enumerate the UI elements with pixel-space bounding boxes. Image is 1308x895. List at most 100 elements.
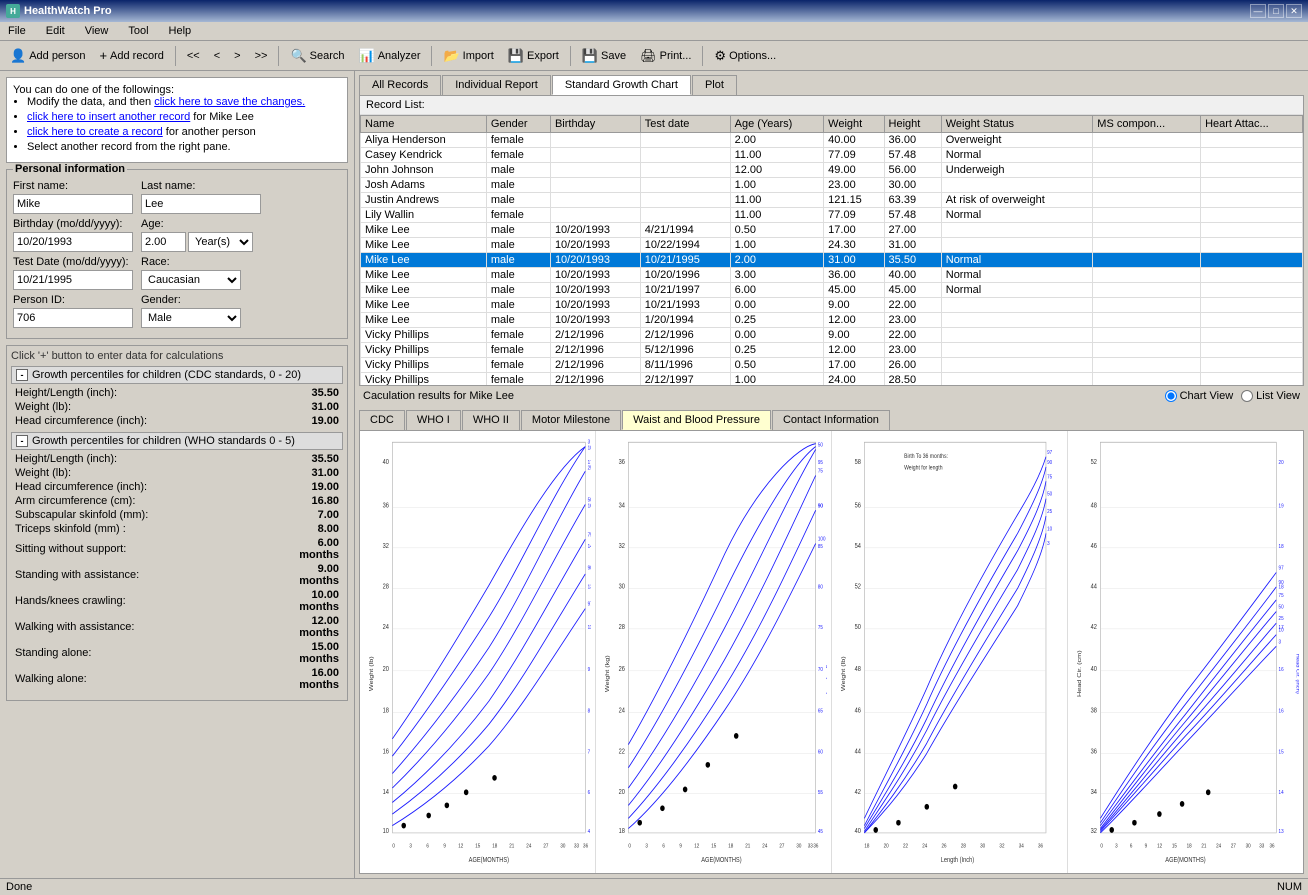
svg-text:9: 9 (588, 666, 591, 673)
standing-assist-row: Standing with assistance: 9.00 months (11, 562, 343, 588)
save-changes-link[interactable]: click here to save the changes. (154, 96, 305, 108)
create-record-link[interactable]: click here to create a record (27, 126, 163, 138)
table-row[interactable]: Aliya Hendersonfemale2.0040.0036.00Overw… (361, 133, 1303, 148)
menu-tool[interactable]: Tool (124, 24, 152, 38)
print-button[interactable]: 🖨 Print... (634, 45, 697, 67)
svg-text:24: 24 (526, 843, 531, 850)
import-button[interactable]: 📂 Import (437, 45, 499, 67)
export-button[interactable]: 💾 Export (502, 45, 565, 67)
svg-text:6: 6 (662, 843, 665, 850)
list-view-radio[interactable] (1241, 390, 1253, 402)
table-row[interactable]: Justin Andrewsmale11.00121.1563.39At ris… (361, 193, 1303, 208)
table-row[interactable]: Casey Kendrickfemale11.0077.0957.48Norma… (361, 148, 1303, 163)
col-heart[interactable]: Heart Attac... (1201, 116, 1303, 133)
col-birthday[interactable]: Birthday (550, 116, 640, 133)
age-input[interactable] (141, 232, 186, 252)
nav-next-button[interactable]: > (228, 47, 246, 65)
table-row[interactable]: Mike Leemale10/20/199310/21/19930.009.00… (361, 298, 1303, 313)
tab-contact-info[interactable]: Contact Information (772, 410, 890, 430)
menu-edit[interactable]: Edit (42, 24, 69, 38)
table-row[interactable]: Mike Leemale10/20/199310/20/19963.0036.0… (361, 268, 1303, 283)
col-weight-status[interactable]: Weight Status (941, 116, 1093, 133)
close-button[interactable]: ✕ (1286, 4, 1302, 18)
col-test-date[interactable]: Test date (640, 116, 730, 133)
gender-label: Gender: (141, 294, 241, 306)
person-id-input[interactable] (13, 308, 133, 328)
list-view-option[interactable]: List View (1241, 390, 1300, 402)
col-gender[interactable]: Gender (486, 116, 550, 133)
tab-plot[interactable]: Plot (692, 75, 737, 95)
tab-cdc[interactable]: CDC (359, 410, 405, 430)
table-row[interactable]: Vicky Phillipsfemale2/12/19962/12/19971.… (361, 373, 1303, 386)
nav-first-button[interactable]: << (181, 47, 206, 65)
tab-individual-report[interactable]: Individual Report (442, 75, 551, 95)
add-person-button[interactable]: 👤 Add person (4, 45, 91, 67)
table-row[interactable]: Mike Leemale10/20/199310/21/19952.0031.0… (361, 253, 1303, 268)
maximize-button[interactable]: □ (1268, 4, 1284, 18)
add-record-button[interactable]: + Add record (93, 45, 169, 66)
svg-text:97: 97 (1047, 449, 1052, 456)
table-row[interactable]: Lily Wallinfemale11.0077.0957.48Normal (361, 208, 1303, 223)
cdc-group-header[interactable]: - Growth percentiles for children (CDC s… (11, 366, 343, 384)
svg-text:AGE(MONTHS): AGE(MONTHS) (469, 856, 509, 864)
birthday-input[interactable] (13, 232, 133, 252)
who-weight-row: Weight (lb): 31.00 (11, 466, 343, 480)
tab-who-ii[interactable]: WHO II (462, 410, 520, 430)
col-age[interactable]: Age (Years) (730, 116, 824, 133)
table-cell: Lily Wallin (361, 208, 487, 223)
svg-text:44: 44 (855, 748, 862, 756)
menu-view[interactable]: View (81, 24, 113, 38)
nav-last-button[interactable]: >> (249, 47, 274, 65)
nav-prev-button[interactable]: < (208, 47, 226, 65)
table-cell: 10/20/1996 (640, 268, 730, 283)
table-row[interactable]: Vicky Phillipsfemale2/12/19965/12/19960.… (361, 343, 1303, 358)
table-cell: female (486, 358, 550, 373)
gender-select[interactable]: Male Female (141, 308, 241, 328)
svg-text:28: 28 (383, 583, 390, 591)
last-name-input[interactable] (141, 194, 261, 214)
who-group-header[interactable]: - Growth percentiles for children (WHO s… (11, 432, 343, 450)
table-row[interactable]: Vicky Phillipsfemale2/12/19962/12/19960.… (361, 328, 1303, 343)
col-height[interactable]: Height (884, 116, 941, 133)
analyzer-button[interactable]: 📊 Analyzer (353, 45, 427, 67)
record-table-container[interactable]: Name Gender Birthday Test date Age (Year… (360, 115, 1303, 385)
table-row[interactable]: John Johnsonmale12.0049.0056.00Underweig… (361, 163, 1303, 178)
table-cell: Vicky Phillips (361, 328, 487, 343)
who-toggle[interactable]: - (16, 435, 28, 447)
insert-record-link[interactable]: click here to insert another record (27, 111, 190, 123)
table-row[interactable]: Mike Leemale10/20/19931/20/19940.2512.00… (361, 313, 1303, 328)
tab-motor-milestone[interactable]: Motor Milestone (521, 410, 621, 430)
menu-help[interactable]: Help (165, 24, 196, 38)
cdc-toggle[interactable]: - (16, 369, 28, 381)
tab-standard-growth-chart[interactable]: Standard Growth Chart (552, 75, 691, 95)
table-cell: 26.00 (884, 358, 941, 373)
table-row[interactable]: Mike Leemale10/20/19934/21/19940.5017.00… (361, 223, 1303, 238)
options-button[interactable]: ⚙ Options... (708, 45, 782, 67)
minimize-button[interactable]: — (1250, 4, 1266, 18)
table-row[interactable]: Josh Adamsmale1.0023.0030.00 (361, 178, 1303, 193)
age-input-row: Year(s) Month(s) (141, 232, 253, 252)
tab-all-records[interactable]: All Records (359, 75, 441, 95)
first-name-input[interactable] (13, 194, 133, 214)
svg-text:25: 25 (1047, 509, 1052, 516)
tab-waist-bp[interactable]: Waist and Blood Pressure (622, 410, 771, 430)
race-select[interactable]: Caucasian African American Hispanic Asia… (141, 270, 241, 290)
cdc-head-label: Head circumference (inch): (15, 415, 147, 427)
table-cell (1201, 343, 1303, 358)
chart-view-option[interactable]: Chart View (1165, 390, 1234, 402)
table-row[interactable]: Mike Leemale10/20/199310/21/19976.0045.0… (361, 283, 1303, 298)
col-weight[interactable]: Weight (824, 116, 884, 133)
table-row[interactable]: Vicky Phillipsfemale2/12/19968/11/19960.… (361, 358, 1303, 373)
age-unit-select[interactable]: Year(s) Month(s) (188, 232, 253, 252)
test-date-input[interactable] (13, 270, 133, 290)
menu-file[interactable]: File (4, 24, 30, 38)
search-button[interactable]: 🔍 Search (284, 45, 350, 67)
chart-view-radio[interactable] (1165, 390, 1177, 402)
charts-area: 10 14 16 18 20 24 28 32 36 40 (359, 430, 1304, 874)
table-cell: 12.00 (824, 343, 884, 358)
col-name[interactable]: Name (361, 116, 487, 133)
save-button[interactable]: 💾 Save (576, 45, 632, 67)
table-row[interactable]: Mike Leemale10/20/199310/22/19941.0024.3… (361, 238, 1303, 253)
col-ms[interactable]: MS compon... (1093, 116, 1201, 133)
tab-who-i[interactable]: WHO I (406, 410, 461, 430)
